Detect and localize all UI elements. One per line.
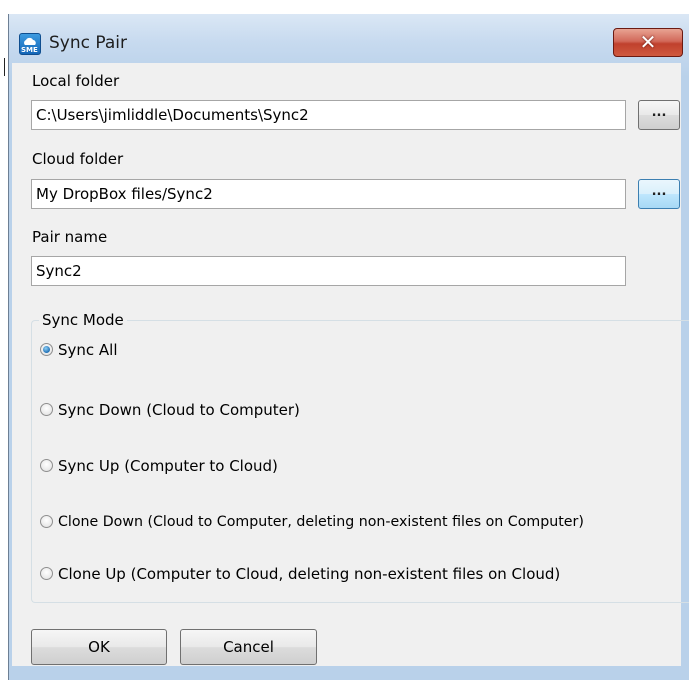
browse-cloud-button[interactable]: ...: [638, 179, 680, 209]
radio-button[interactable]: [40, 459, 53, 472]
pair-name-input[interactable]: Sync2: [31, 256, 626, 286]
desktop-edge: [0, 0, 3, 680]
close-button[interactable]: ✕: [613, 28, 683, 57]
sme-cloud-icon: SME: [19, 33, 41, 55]
dialog-body: Local folder C:\Users\jimliddle\Document…: [12, 63, 689, 666]
sync-mode-legend: Sync Mode: [39, 311, 127, 329]
ok-button[interactable]: OK: [31, 629, 167, 665]
app-icon-text: SME: [21, 46, 38, 54]
radio-button[interactable]: [40, 403, 53, 416]
radio-label: Clone Down (Cloud to Computer, deleting …: [58, 514, 584, 530]
ellipsis-icon: ...: [651, 184, 667, 199]
radio-button[interactable]: [40, 515, 53, 528]
text-cursor: [4, 58, 5, 76]
browse-local-button[interactable]: ...: [638, 100, 680, 130]
radio-button[interactable]: [40, 567, 53, 580]
close-icon: ✕: [639, 30, 657, 54]
radio-button-checked[interactable]: [40, 343, 53, 356]
local-folder-label: Local folder: [32, 72, 120, 90]
ellipsis-icon: ...: [651, 105, 667, 120]
local-folder-input[interactable]: C:\Users\jimliddle\Documents\Sync2: [31, 100, 626, 130]
window-title: Sync Pair: [49, 33, 127, 53]
cancel-button[interactable]: Cancel: [180, 629, 317, 665]
radio-label: Sync Down (Cloud to Computer): [58, 401, 300, 419]
radio-label: Sync Up (Computer to Cloud): [58, 457, 278, 475]
cloud-folder-label: Cloud folder: [32, 150, 124, 168]
cloud-folder-input[interactable]: My DropBox files/Sync2: [31, 179, 626, 209]
radio-label: Clone Up (Computer to Cloud, deleting no…: [58, 565, 561, 583]
radio-label: Sync All: [58, 341, 118, 359]
pair-name-label: Pair name: [32, 228, 108, 246]
